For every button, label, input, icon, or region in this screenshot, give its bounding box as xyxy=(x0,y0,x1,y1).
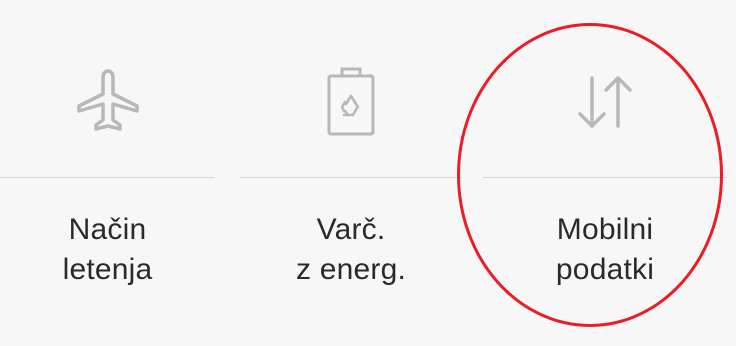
airplane-icon-wrap xyxy=(0,62,215,142)
tile-label-mobile-data: Mobilni podatki xyxy=(483,210,727,290)
tile-divider xyxy=(0,177,215,178)
battery-icon-wrap xyxy=(240,62,462,142)
tile-divider xyxy=(240,177,462,178)
tile-label-line2: z energ. xyxy=(296,253,406,286)
tile-label-line1: Varč. xyxy=(316,213,386,246)
tile-label-line2: podatki xyxy=(555,253,655,286)
tile-label-line2: letenja xyxy=(62,253,153,286)
tile-label-line1: Način xyxy=(68,213,147,246)
data-icon-wrap xyxy=(483,62,727,142)
tile-label-airplane: Način letenja xyxy=(0,210,215,290)
tile-divider xyxy=(483,177,727,178)
tile-mobile-data[interactable]: Mobilni podatki xyxy=(483,0,727,346)
battery-recycle-icon xyxy=(327,67,375,136)
tile-airplane-mode[interactable]: Način letenja xyxy=(0,0,215,346)
tile-label-power-saving: Varč. z energ. xyxy=(240,210,462,290)
tile-label-line1: Mobilni xyxy=(556,213,654,246)
airplane-icon xyxy=(76,69,139,131)
tile-power-saving[interactable]: Varč. z energ. xyxy=(240,0,462,346)
up-down-arrows-icon xyxy=(578,76,632,128)
